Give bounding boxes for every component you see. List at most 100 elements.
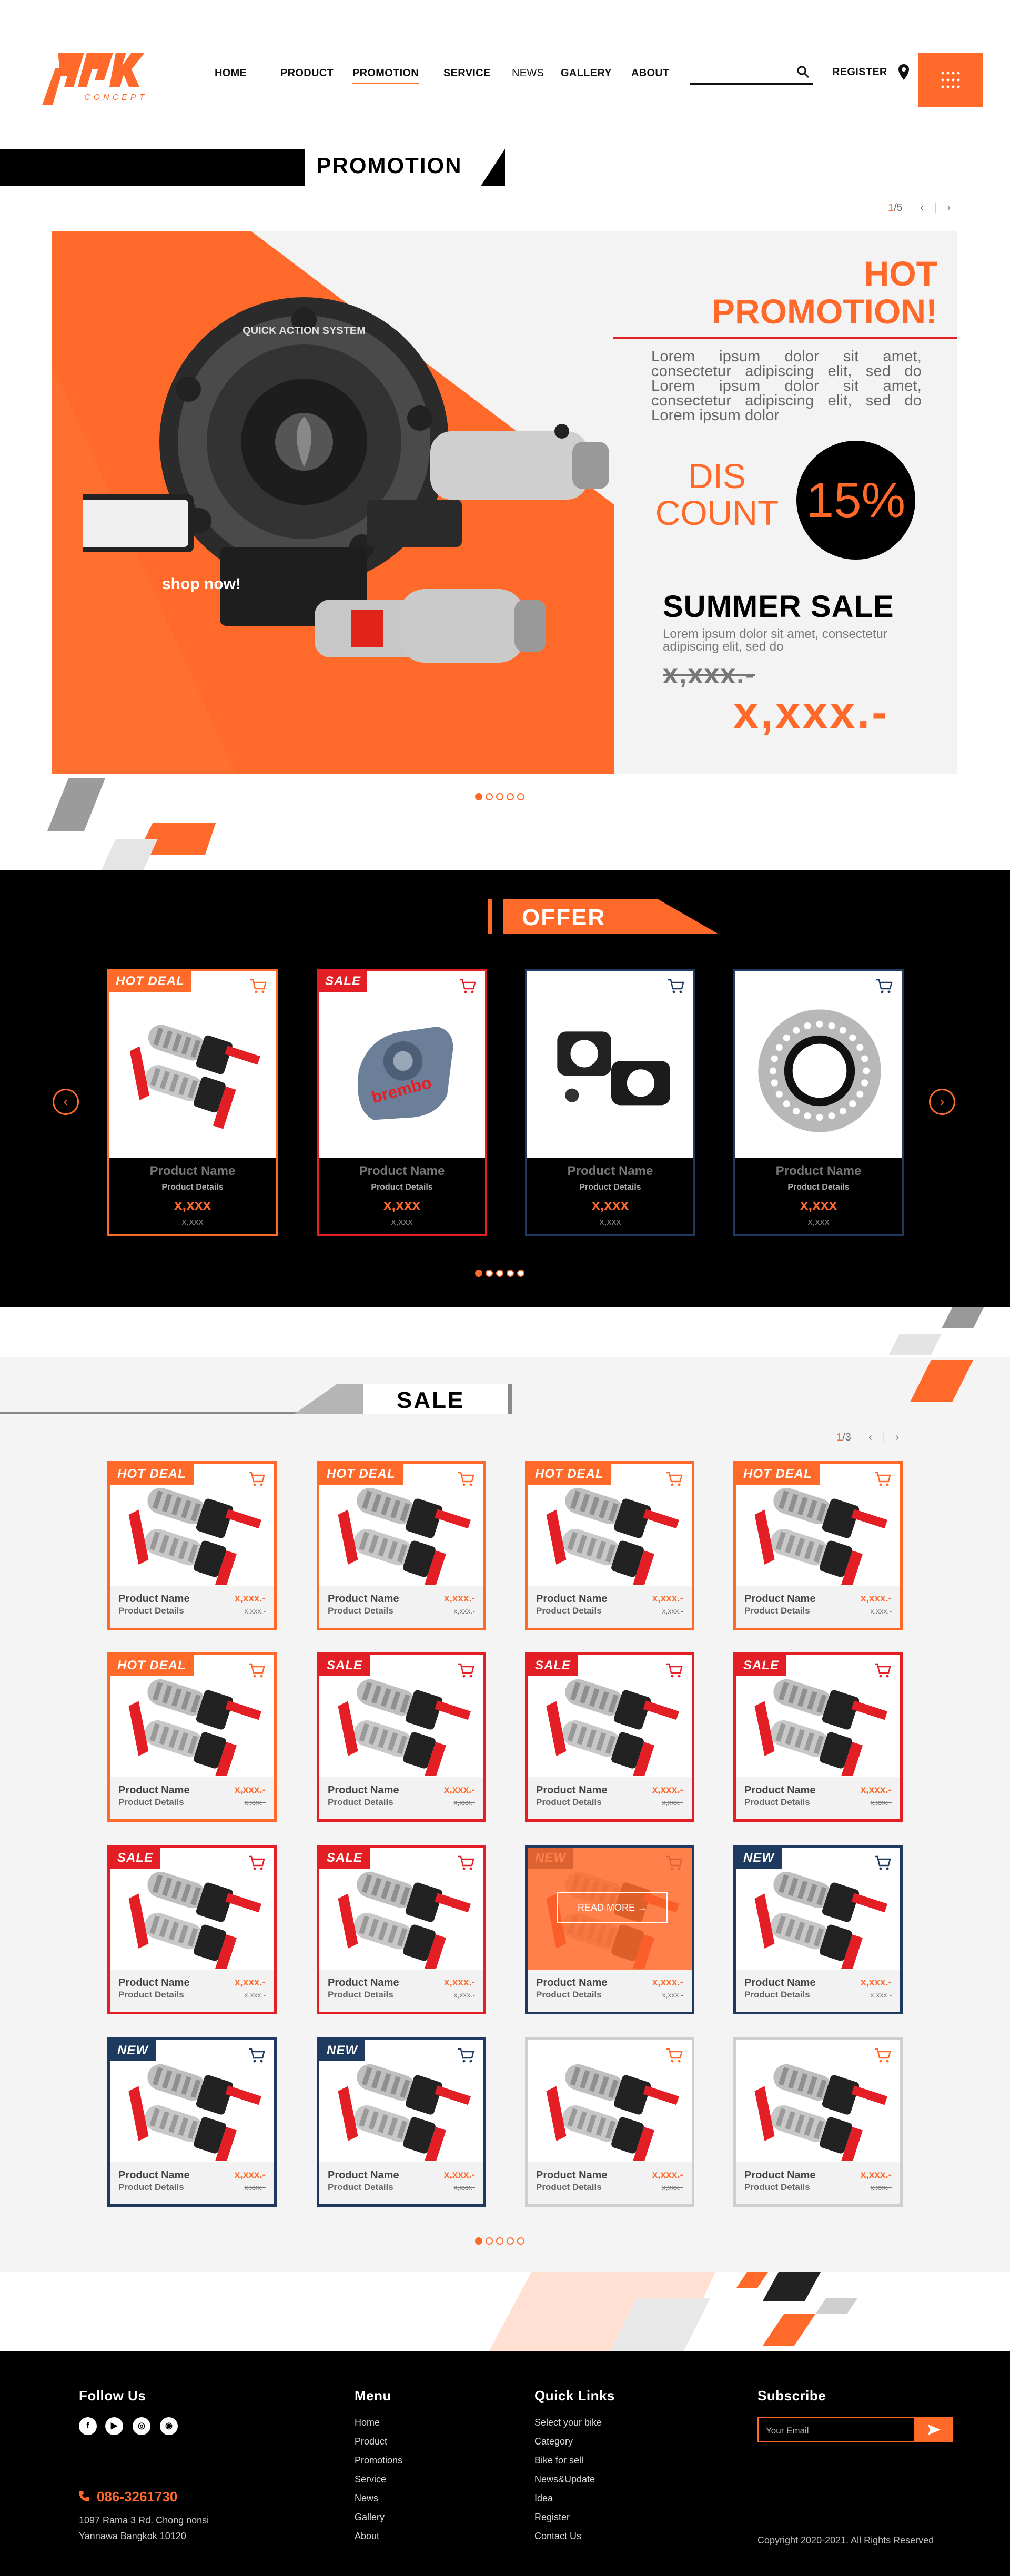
sale-product-card[interactable]: NEWProduct NameProduct Detailsx,xxx.-x,x… xyxy=(733,1845,903,2014)
read-more-button[interactable]: READ MORE → xyxy=(557,1892,668,1923)
shop-now-button[interactable]: shop now! xyxy=(162,575,241,593)
cart-icon[interactable] xyxy=(665,1471,683,1487)
footer-menu-link[interactable]: About xyxy=(355,2531,379,2542)
footer-menu-link[interactable]: Gallery xyxy=(355,2512,385,2523)
offer-card[interactable]: Product Name Product Details x,xxx x,xxx xyxy=(525,969,695,1236)
nav-promotion[interactable]: PROMOTION xyxy=(352,67,419,84)
cart-icon[interactable] xyxy=(667,978,685,994)
carousel-dot[interactable] xyxy=(486,2237,493,2245)
sale-product-card[interactable]: HOT DEAL Product Name Product Details x,xxx… xyxy=(107,1652,277,1822)
sale-product-card[interactable]: SALE Product Name Product Details x,xxx.- x,… xyxy=(107,1845,277,2014)
footer-menu-link[interactable]: Service xyxy=(355,2474,386,2485)
nav-gallery[interactable]: GALLERY xyxy=(561,67,612,79)
carousel-dot[interactable] xyxy=(496,2237,503,2245)
footer-menu-link[interactable]: Promotions xyxy=(355,2455,402,2466)
location-pin-icon[interactable] xyxy=(897,63,910,81)
instagram-icon[interactable]: ◎ xyxy=(133,2417,150,2435)
footer-quick-link[interactable]: News&Update xyxy=(534,2474,595,2485)
sale-product-card[interactable]: HOT DEAL Product Name Product Details x,xxx… xyxy=(525,1461,694,1630)
carousel-dot[interactable] xyxy=(475,1270,482,1277)
email-field[interactable]: Your Email xyxy=(758,2417,915,2442)
chevron-right-icon[interactable]: › xyxy=(895,1432,899,1443)
cart-icon[interactable] xyxy=(665,1662,683,1678)
offer-card[interactable]: Product Name Product Details x,xxx x,xxx xyxy=(733,969,904,1236)
sale-product-card[interactable]: SALE Product Name Product Details x,xxx.- x,… xyxy=(733,1652,903,1822)
sale-product-card[interactable]: Product Name Product Details x,xxx.- x,xxx.… xyxy=(525,2037,694,2207)
sale-product-card[interactable]: HOT DEAL Product Name Product Details x,xxx… xyxy=(733,1461,903,1630)
carousel-dot[interactable] xyxy=(517,1270,524,1277)
nav-news[interactable]: NEWS xyxy=(512,67,544,79)
sale-product-card[interactable]: Product Name Product Details x,xxx.- x,xxx.… xyxy=(733,2037,903,2207)
cart-icon[interactable] xyxy=(457,1662,475,1678)
facebook-icon[interactable]: f xyxy=(79,2417,97,2435)
footer-quick-link[interactable]: Bike for sell xyxy=(534,2455,583,2466)
carousel-dot[interactable] xyxy=(507,793,514,800)
carousel-dot[interactable] xyxy=(517,2237,524,2245)
promotion-carousel-dots[interactable] xyxy=(473,793,526,803)
chevron-right-icon[interactable]: › xyxy=(947,202,951,214)
offer-card[interactable]: brembo SALE Product Name Product Details x,x… xyxy=(317,969,487,1236)
offer-next-button[interactable]: › xyxy=(929,1089,955,1115)
cart-icon[interactable] xyxy=(874,2047,892,2063)
carousel-dot[interactable] xyxy=(496,1270,503,1277)
footer-menu-link[interactable]: Home xyxy=(355,2417,380,2428)
search-input[interactable] xyxy=(690,83,813,85)
brand-logo[interactable]: CONCEPT xyxy=(42,47,168,110)
offer-carousel-dots[interactable] xyxy=(473,1270,526,1280)
footer-menu-link[interactable]: Product xyxy=(355,2436,387,2447)
sale-product-card[interactable]: SALE Product Name Product Details x,xxx.- x,… xyxy=(525,1652,694,1822)
cart-icon[interactable] xyxy=(248,1471,266,1487)
cart-icon[interactable] xyxy=(248,1855,266,1871)
subscribe-button[interactable] xyxy=(915,2417,953,2442)
sale-product-card[interactable]: NEWProduct NameProduct Detailsx,xxx.-x,x… xyxy=(317,2037,486,2207)
cart-icon[interactable] xyxy=(874,1662,892,1678)
nav-product[interactable]: PRODUCT xyxy=(280,67,334,79)
offer-prev-button[interactable]: ‹ xyxy=(53,1089,79,1115)
footer-quick-link[interactable]: Select your bike xyxy=(534,2417,602,2428)
carousel-dot[interactable] xyxy=(517,793,524,800)
cart-icon[interactable] xyxy=(248,2047,266,2063)
carousel-dot[interactable] xyxy=(475,793,482,800)
offer-card[interactable]: HOT DEAL Product Name Product Details x,xxx… xyxy=(107,969,278,1236)
chevron-left-icon[interactable]: ‹ xyxy=(920,202,924,214)
nav-about[interactable]: ABOUT xyxy=(631,67,670,79)
cart-icon[interactable] xyxy=(249,978,267,994)
sale-product-card[interactable]: NEWProduct NameProduct Detailsx,xxx.-x,x… xyxy=(107,2037,277,2207)
sale-product-card[interactable]: HOT DEAL Product Name Product Details x,xxx… xyxy=(317,1461,486,1630)
sale-product-card[interactable]: NEWProduct NameProduct Detailsx,xxx.-x,x… xyxy=(525,1845,694,2014)
hero-banner[interactable]: QUICK ACTION SYSTEM shop now! HOT PROMOT… xyxy=(52,231,957,774)
cart-icon[interactable] xyxy=(874,1471,892,1487)
search-icon[interactable] xyxy=(796,65,810,79)
footer-quick-link[interactable]: Idea xyxy=(534,2493,553,2504)
cart-icon[interactable] xyxy=(248,1662,266,1678)
cart-icon[interactable] xyxy=(459,978,477,994)
cart-icon[interactable] xyxy=(457,1471,475,1487)
nav-service[interactable]: SERVICE xyxy=(443,67,491,79)
cart-icon[interactable] xyxy=(457,2047,475,2063)
footer-quick-link[interactable]: Category xyxy=(534,2436,573,2447)
sale-product-card[interactable]: SALE Product Name Product Details x,xxx.- x,… xyxy=(317,1652,486,1822)
chevron-left-icon[interactable]: ‹ xyxy=(868,1432,872,1443)
carousel-dot[interactable] xyxy=(486,793,493,800)
cart-icon[interactable] xyxy=(457,1855,475,1871)
cart-icon[interactable] xyxy=(874,1855,892,1871)
footer-quick-link[interactable]: Register xyxy=(534,2512,570,2523)
grid-menu-button[interactable] xyxy=(918,53,983,107)
carousel-dot[interactable] xyxy=(486,1270,493,1277)
carousel-dot[interactable] xyxy=(507,2237,514,2245)
sale-product-card[interactable]: SALE Product Name Product Details x,xxx.- x,… xyxy=(317,1845,486,2014)
nav-home[interactable]: HOME xyxy=(215,67,247,79)
footer-phone[interactable]: 086-3261730 xyxy=(97,2489,177,2505)
youtube-icon[interactable]: ▶ xyxy=(105,2417,123,2435)
sale-carousel-dots[interactable] xyxy=(473,2237,526,2247)
line-icon[interactable]: ◉ xyxy=(160,2417,178,2435)
sale-product-card[interactable]: HOT DEAL Product Name Product Details x,xxx… xyxy=(107,1461,277,1630)
footer-menu-link[interactable]: News xyxy=(355,2493,378,2504)
carousel-dot[interactable] xyxy=(496,793,503,800)
register-link[interactable]: REGISTER xyxy=(832,66,887,78)
cart-icon[interactable] xyxy=(665,2047,683,2063)
footer-quick-link[interactable]: Contact Us xyxy=(534,2531,581,2542)
carousel-dot[interactable] xyxy=(507,1270,514,1277)
carousel-dot[interactable] xyxy=(475,2237,482,2245)
cart-icon[interactable] xyxy=(875,978,893,994)
